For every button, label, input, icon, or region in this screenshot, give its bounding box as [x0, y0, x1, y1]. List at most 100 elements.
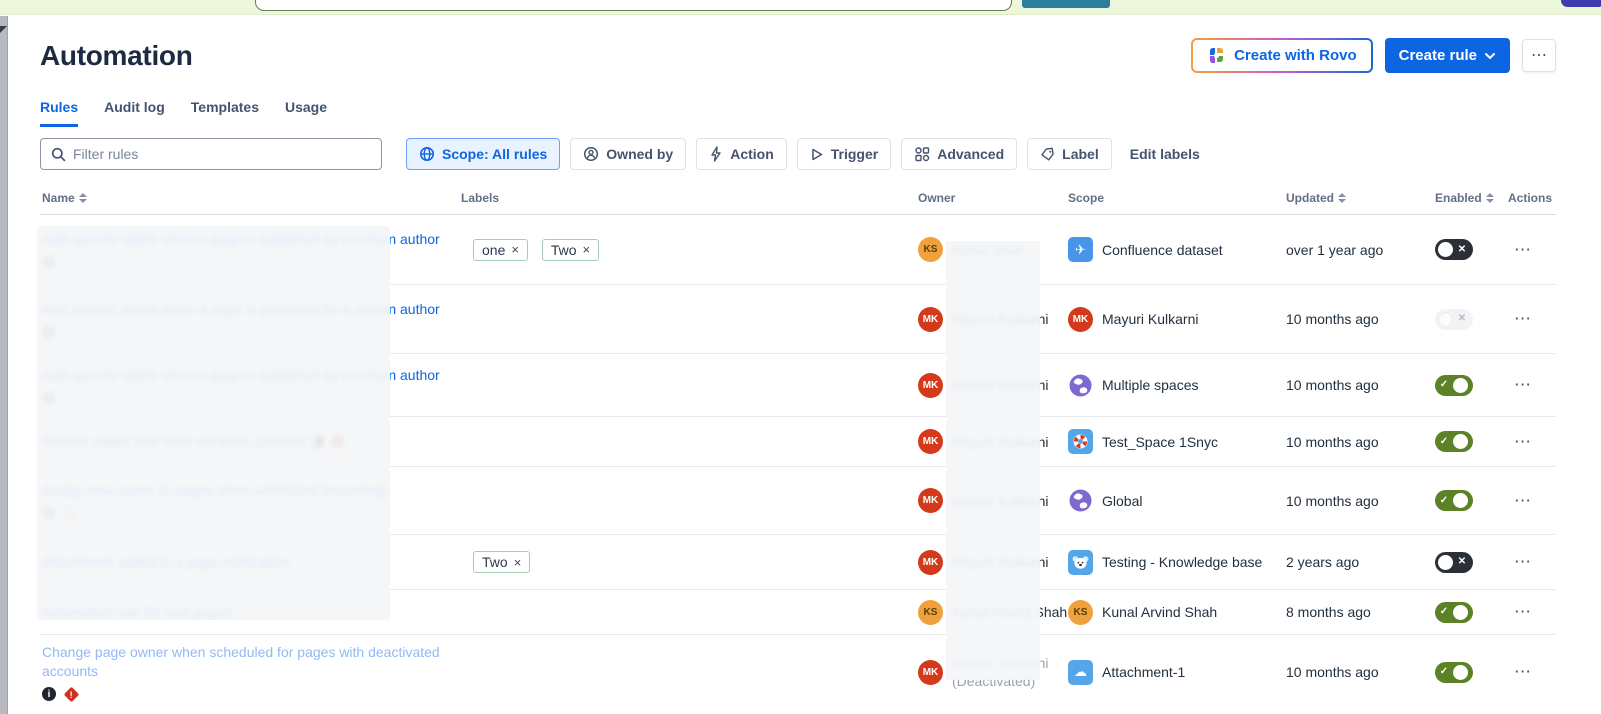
remove-label-icon[interactable]: × [511, 242, 519, 257]
lightning-icon [709, 146, 723, 162]
tab-rules[interactable]: Rules [40, 99, 78, 127]
space-cloud-icon: ☁ [1068, 660, 1093, 685]
row-actions-button[interactable]: ⋯ [1508, 307, 1539, 331]
advanced-filter-button[interactable]: Advanced [901, 138, 1017, 170]
trigger-filter-button[interactable]: Trigger [797, 138, 891, 170]
label-filter-button[interactable]: Label [1027, 138, 1112, 170]
row-actions-button[interactable]: ⋯ [1508, 238, 1539, 262]
enabled-toggle[interactable]: ✓ [1435, 602, 1473, 623]
scope-label: Testing - Knowledge base [1102, 554, 1262, 570]
owner-avatar: MK [918, 660, 943, 685]
owned-by-filter-button[interactable]: Owned by [570, 138, 686, 170]
enabled-toggle: ✕ [1435, 309, 1473, 330]
enabled-toggle[interactable]: ✕ [1435, 552, 1473, 573]
tab-usage[interactable]: Usage [285, 99, 327, 127]
owned-by-filter-label: Owned by [606, 146, 673, 162]
personal-space-avatar: MK [1068, 307, 1093, 332]
owner-avatar: KS [918, 600, 943, 625]
column-header-owner: Owner [918, 184, 1068, 214]
column-header-scope: Scope [1068, 184, 1286, 214]
personal-space-avatar: KS [1068, 600, 1093, 625]
row-actions-button[interactable]: ⋯ [1508, 660, 1539, 684]
info-icon[interactable]: i [42, 687, 56, 701]
header-actions: Create with Rovo Create rule ⋯ [1191, 38, 1556, 73]
person-icon [583, 146, 599, 162]
create-rule-button[interactable]: Create rule [1385, 38, 1510, 73]
left-scroll-rail[interactable] [0, 16, 8, 714]
filter-rules-field[interactable] [40, 138, 382, 170]
page-header: Automation Create with Rovo [40, 38, 1556, 73]
remove-label-icon[interactable]: × [583, 242, 591, 257]
globe-icon [419, 146, 435, 162]
owner-avatar: KS [918, 237, 943, 262]
filter-bar: Scope: All rules Owned by Action Trigger [40, 138, 1601, 170]
scope-label: Mayuri Kulkarni [1102, 311, 1198, 327]
column-header-enabled[interactable]: Enabled [1435, 184, 1508, 214]
rule-name-link[interactable]: Change page owner when scheduled for pag… [42, 644, 440, 679]
owner-avatar: MK [918, 307, 943, 332]
rail-collapse-icon[interactable] [0, 26, 7, 33]
play-icon [810, 147, 824, 162]
scope-label: Kunal Arvind Shah [1102, 604, 1217, 620]
updated-text: 8 months ago [1286, 596, 1435, 628]
edit-labels-button[interactable]: Edit labels [1130, 146, 1200, 162]
owner-avatar: MK [918, 429, 943, 454]
label-chip[interactable]: one × [473, 239, 528, 261]
multiple-spaces-globe-icon [1068, 373, 1093, 398]
search-icon [51, 147, 66, 162]
enabled-toggle[interactable]: ✓ [1435, 662, 1473, 683]
page-more-button[interactable]: ⋯ [1522, 39, 1556, 72]
updated-text: 10 months ago [1286, 303, 1435, 335]
tab-bar: Rules Audit log Templates Usage [40, 99, 1601, 127]
browser-chrome-strip [0, 0, 1601, 15]
column-header-actions: Actions [1508, 184, 1556, 214]
tab-templates[interactable]: Templates [191, 99, 259, 127]
tag-icon [1040, 147, 1055, 162]
action-filter-button[interactable]: Action [696, 138, 787, 170]
row-actions-button[interactable]: ⋯ [1508, 600, 1539, 624]
row-actions-button[interactable]: ⋯ [1508, 430, 1539, 454]
error-icon: ! [64, 686, 80, 702]
enabled-toggle[interactable]: ✓ [1435, 431, 1473, 452]
filter-rules-input[interactable] [73, 146, 371, 162]
rovo-icon [1207, 46, 1226, 65]
sort-icon [1338, 193, 1346, 203]
column-header-updated[interactable]: Updated [1286, 184, 1435, 214]
owner-avatar: MK [918, 373, 943, 398]
label-chip[interactable]: Two × [473, 551, 530, 573]
create-rule-label: Create rule [1399, 47, 1477, 64]
enabled-toggle[interactable]: ✓ [1435, 490, 1473, 511]
row-actions-button[interactable]: ⋯ [1508, 550, 1539, 574]
updated-text: 2 years ago [1286, 546, 1435, 578]
row-actions-button[interactable]: ⋯ [1508, 373, 1539, 397]
table-header-row: Name Labels Owner Scope Updated Enabled … [40, 184, 1556, 215]
row-actions-button[interactable]: ⋯ [1508, 489, 1539, 513]
create-with-rovo-button[interactable]: Create with Rovo [1193, 40, 1371, 71]
trigger-filter-label: Trigger [831, 146, 878, 162]
chrome-search-field[interactable] [255, 0, 1012, 11]
global-globe-icon [1068, 488, 1093, 513]
sort-icon [79, 193, 87, 203]
label-chip[interactable]: Two × [542, 239, 599, 261]
label-filter-label: Label [1062, 146, 1099, 162]
enabled-toggle[interactable]: ✓ [1435, 375, 1473, 396]
scope-label: Attachment-1 [1102, 664, 1185, 680]
advanced-filter-label: Advanced [937, 146, 1004, 162]
enabled-toggle[interactable]: ✕ [1435, 239, 1473, 260]
updated-text: 10 months ago [1286, 656, 1435, 688]
remove-label-icon[interactable]: × [514, 555, 522, 570]
privacy-blur-overlay [946, 241, 1040, 680]
tab-audit-log[interactable]: Audit log [104, 99, 165, 127]
scope-filter-button[interactable]: Scope: All rules [406, 138, 560, 170]
space-lifebuoy-icon [1068, 429, 1093, 454]
scope-label: Confluence dataset [1102, 242, 1223, 258]
scope-label: Multiple spaces [1102, 377, 1199, 393]
chevron-down-icon [1484, 52, 1496, 60]
updated-text: over 1 year ago [1286, 234, 1435, 266]
updated-text: 10 months ago [1286, 369, 1435, 401]
column-header-name[interactable]: Name [40, 184, 461, 214]
owner-avatar: MK [918, 550, 943, 575]
scope-label: Global [1102, 493, 1142, 509]
scope-label: Test_Space 1Snyc [1102, 434, 1218, 450]
chrome-search-button[interactable] [1022, 0, 1110, 8]
